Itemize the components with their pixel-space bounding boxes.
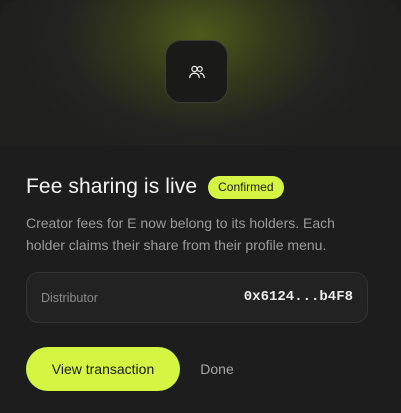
title-row: Fee sharing is live Confirmed (26, 175, 284, 199)
fee-sharing-modal: Fee sharing is live Confirmed Creator fe… (0, 0, 401, 413)
modal-title: Fee sharing is live (26, 175, 198, 198)
distributor-address[interactable]: 0x6124...b4F8 (244, 289, 353, 305)
status-badge: Confirmed (208, 175, 284, 199)
distributor-label: Distributor (41, 291, 98, 305)
done-button[interactable]: Done (191, 347, 243, 391)
view-transaction-button[interactable]: View transaction (26, 347, 180, 391)
modal-body: Fee sharing is live Confirmed Creator fe… (0, 145, 401, 413)
distributor-box: Distributor 0x6124...b4F8 (26, 272, 368, 323)
modal-description: Creator fees for E now belong to its hol… (26, 215, 335, 253)
hero-banner (0, 0, 401, 145)
hero-icon-tile (165, 40, 228, 103)
users-icon (188, 65, 205, 78)
